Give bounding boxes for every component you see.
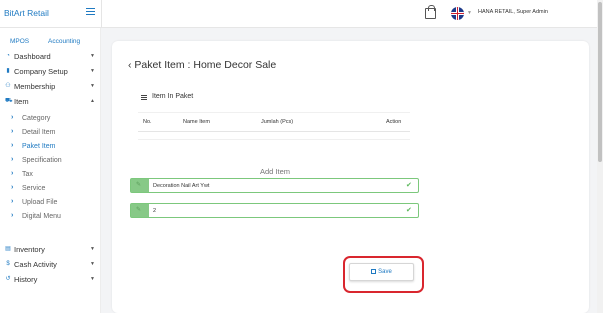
scrollbar-thumb[interactable]: [598, 2, 602, 162]
save-button[interactable]: Save: [349, 263, 414, 281]
chevron-right-icon: ›: [11, 128, 14, 135]
sidebar-subitem-digital-menu[interactable]: › Digital Menu: [0, 211, 101, 223]
chevron-down-icon: ▼: [90, 68, 95, 74]
users-icon: ⚇: [5, 83, 11, 89]
item-name-input[interactable]: [153, 180, 393, 191]
sidebar-item-cash-activity[interactable]: $ Cash Activity ▼: [0, 259, 101, 271]
sidebar-subitem-upload-file[interactable]: › Upload File: [0, 197, 101, 209]
user-menu[interactable]: HANA RETAIL, Super Admin: [478, 9, 548, 15]
chevron-right-icon: ›: [11, 184, 14, 191]
section-title: Item In Paket: [152, 93, 194, 100]
chevron-down-icon: ▼: [90, 261, 95, 267]
sidebar-subitem-label: Digital Menu: [22, 212, 61, 220]
column-header-name-item: Name Item: [183, 119, 210, 125]
page-scrollbar[interactable]: [597, 0, 603, 313]
list-icon: [141, 95, 147, 100]
edit-icon: [131, 179, 149, 192]
sidebar-item-label: Company Setup: [14, 67, 68, 76]
brand-logo[interactable]: BitArt Retail: [4, 8, 49, 18]
chevron-down-icon: ▼: [90, 276, 95, 282]
uk-flag-icon[interactable]: [451, 7, 464, 20]
chevron-right-icon: ›: [11, 170, 14, 177]
check-icon: ✔: [406, 207, 412, 214]
sidebar-item-label: Cash Activity: [14, 260, 57, 269]
sidebar-subitem-label: Tax: [22, 170, 33, 178]
dollar-icon: $: [6, 261, 10, 267]
sidebar-item-membership[interactable]: ⚇ Membership ▼: [0, 81, 101, 93]
sidebar: MPOS Accounting ◔ Dashboard ▼ ▮ Company …: [0, 28, 101, 313]
building-icon: ▮: [6, 68, 10, 74]
chevron-right-icon: ›: [11, 142, 14, 149]
chevron-down-icon: ▼: [90, 246, 95, 252]
sidebar-subitem-label: Detail Item: [22, 128, 56, 136]
chevron-down-icon[interactable]: ▼: [467, 10, 472, 16]
sidebar-item-item[interactable]: ⛟ Item ▲: [0, 96, 101, 108]
sidebar-subitem-detail-item[interactable]: › Detail Item: [0, 127, 101, 139]
save-button-label: Save: [378, 269, 392, 275]
item-select-field[interactable]: ✔: [130, 178, 419, 193]
chevron-right-icon: ›: [11, 198, 14, 205]
sidebar-item-company-setup[interactable]: ▮ Company Setup ▼: [0, 66, 101, 78]
table-divider: [138, 139, 410, 140]
chevron-down-icon: ▼: [90, 53, 95, 59]
inventory-icon: ▤: [5, 246, 11, 252]
top-bar: BitArt Retail ▼ HANA RETAIL, Super Admin: [0, 0, 597, 28]
quantity-field[interactable]: ✔: [130, 203, 419, 218]
sidebar-item-label: Inventory: [14, 245, 45, 254]
cart-icon: ⛟: [5, 98, 13, 104]
app-window: BitArt Retail ▼ HANA RETAIL, Super Admin…: [0, 0, 603, 313]
chevron-up-icon: ▲: [90, 98, 95, 104]
tab-accounting[interactable]: Accounting: [48, 38, 80, 45]
column-header-jumlah: Jumlah (Pcs): [261, 119, 294, 125]
edit-icon: [131, 204, 149, 217]
main-content: ‹ Paket Item : Home Decor Sale Item In P…: [101, 28, 597, 313]
column-header-action: Action: [386, 119, 402, 125]
sidebar-subitem-label: Paket Item: [22, 142, 56, 150]
save-disk-icon: [371, 269, 377, 274]
topbar-divider: [101, 0, 102, 28]
sidebar-subitem-specification[interactable]: › Specification: [0, 155, 101, 167]
sidebar-item-label: Dashboard: [14, 52, 51, 61]
tab-mpos[interactable]: MPOS: [10, 38, 29, 45]
chevron-right-icon: ›: [11, 114, 14, 121]
sidebar-subitem-label: Upload File: [22, 198, 58, 206]
sidebar-item-label: Item: [14, 97, 29, 106]
shopping-bag-icon[interactable]: [425, 5, 436, 19]
sidebar-subitem-label: Service: [22, 184, 46, 192]
sidebar-subitem-label: Category: [22, 114, 51, 122]
sidebar-subitem-service[interactable]: › Service: [0, 183, 101, 195]
sidebar-subitem-paket-item[interactable]: › Paket Item: [0, 141, 101, 153]
check-icon: ✔: [406, 182, 412, 189]
column-header-no: No.: [143, 119, 152, 125]
chevron-right-icon: ›: [11, 156, 14, 163]
sidebar-subitem-category[interactable]: › Category: [0, 113, 101, 125]
chevron-down-icon: ▼: [90, 83, 95, 89]
sidebar-item-label: Membership: [14, 82, 56, 91]
sidebar-subitem-tax[interactable]: › Tax: [0, 169, 101, 181]
history-icon: ↺: [5, 276, 11, 282]
quantity-input[interactable]: [153, 205, 393, 216]
page-title[interactable]: ‹ Paket Item : Home Decor Sale: [128, 59, 276, 71]
dashboard-icon: ◔: [6, 53, 10, 59]
sidebar-item-history[interactable]: ↺ History ▼: [0, 274, 101, 286]
sidebar-item-inventory[interactable]: ▤ Inventory ▼: [0, 244, 101, 256]
menu-toggle-icon[interactable]: [86, 8, 95, 15]
item-table: No. Name Item Jumlah (Pcs) Action: [138, 112, 410, 132]
sidebar-item-label: History: [14, 275, 38, 284]
add-item-title: Add Item: [259, 167, 290, 176]
chevron-right-icon: ›: [11, 212, 14, 219]
page-title-text: Paket Item : Home Decor Sale: [134, 59, 277, 71]
sidebar-subitem-label: Specification: [22, 156, 62, 164]
sidebar-item-dashboard[interactable]: ◔ Dashboard ▼: [0, 51, 101, 63]
content-card: ‹ Paket Item : Home Decor Sale Item In P…: [112, 41, 589, 313]
